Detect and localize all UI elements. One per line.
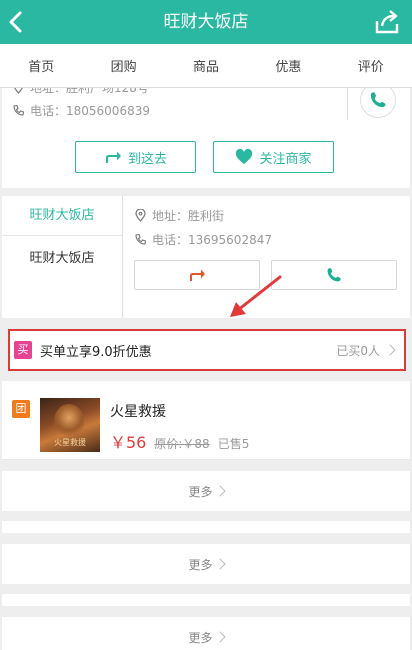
heart-icon: [236, 149, 253, 164]
deal-text: 买单立享9.0折优惠: [40, 344, 152, 360]
store-address: 地址：胜利广场128号: [30, 88, 149, 95]
location-icon: [135, 209, 146, 222]
section-gap: [2, 533, 410, 544]
deal-sold: 已买0人: [336, 343, 380, 358]
page-title: 旺财大饭店: [163, 12, 249, 32]
divider: [347, 88, 348, 120]
group-sold: 已售5: [217, 437, 250, 451]
tab-reviews[interactable]: 评价: [352, 56, 390, 75]
navigate-label: 到这去: [127, 151, 167, 167]
branch-item-active[interactable]: 旺财大饭店: [2, 196, 122, 236]
section-gap: [2, 584, 410, 594]
poster-figure: [54, 404, 84, 438]
branches-card: 旺财大饭店 旺财大饭店 地址：胜利街 电话：13695602847: [2, 196, 410, 318]
branch-item[interactable]: 旺财大饭店: [2, 236, 122, 282]
poster-caption: 火星救援: [54, 438, 86, 447]
group-item-name: 火星救援: [110, 404, 166, 420]
empty-section: [2, 594, 410, 606]
phone-call-icon: [327, 268, 341, 282]
route-arrow-icon: [105, 151, 121, 163]
chevron-right-icon: [213, 485, 226, 497]
branch-list: 旺财大饭店 旺财大饭店: [2, 196, 123, 318]
share-icon[interactable]: [374, 9, 400, 35]
more-button-discounts[interactable]: 更多: [2, 617, 410, 650]
group-badge: 团: [12, 400, 30, 418]
back-arrow-icon[interactable]: [4, 8, 30, 36]
section-gap: [2, 606, 410, 617]
branch-phone-row: 电话：13695602847: [134, 231, 272, 248]
movie-poster-image: 火星救援: [40, 398, 100, 452]
branch-address: 地址：胜利街: [152, 209, 225, 223]
tab-group-buy[interactable]: 团购: [105, 56, 143, 75]
phone-icon: [13, 104, 25, 116]
group-price: ￥56: [110, 433, 147, 452]
deal-badge: 买: [14, 341, 32, 359]
scroll-content[interactable]: 地址：胜利广场128号 电话：18056006839 到这去 关注商家 旺财大饭…: [2, 88, 410, 650]
follow-label: 关注商家: [259, 151, 312, 167]
more-label: 更多: [188, 557, 213, 572]
tab-bar: 首页 团购 商品 优惠 评价: [0, 44, 412, 88]
group-buy-item[interactable]: 团 火星救援 火星救援 ￥56 原价:￥88 已售5: [2, 381, 410, 460]
more-button-group-buy[interactable]: 更多: [2, 471, 410, 511]
call-store-button[interactable]: [360, 88, 396, 118]
group-price-row: ￥56 原价:￥88 已售5: [110, 429, 249, 453]
app-frame: 旺财大饭店 首页 团购 商品 优惠 评价 地址：胜利广场128号 电话：1805…: [0, 0, 412, 650]
route-arrow-icon: [190, 269, 205, 281]
empty-section: [2, 521, 410, 533]
store-phone: 电话：18056006839: [30, 104, 150, 118]
chevron-right-icon: [384, 344, 396, 356]
tab-home[interactable]: 首页: [22, 56, 60, 75]
branch-call-button[interactable]: [271, 260, 397, 290]
phone-icon: [135, 233, 147, 245]
tab-discounts[interactable]: 优惠: [269, 56, 307, 75]
location-icon: [14, 88, 23, 94]
more-button-products[interactable]: 更多: [2, 544, 410, 584]
follow-store-button[interactable]: 关注商家: [213, 141, 334, 173]
branch-address-row: 地址：胜利街: [134, 207, 224, 224]
phone-call-icon: [370, 92, 386, 108]
store-phone-row: 电话：18056006839: [12, 102, 150, 119]
section-gap: [2, 511, 410, 521]
store-address-row: 地址：胜利广场128号: [12, 88, 149, 96]
more-label: 更多: [188, 484, 213, 499]
branch-phone: 电话：13695602847: [152, 233, 272, 247]
group-original-price: 原价:￥88: [154, 437, 210, 451]
discount-deal-row[interactable]: 买 买单立享9.0折优惠 已买0人: [8, 329, 406, 371]
navigate-button[interactable]: 到这去: [75, 141, 196, 173]
tab-products[interactable]: 商品: [187, 56, 225, 75]
chevron-right-icon: [213, 558, 226, 570]
store-info-card: 地址：胜利广场128号 电话：18056006839 到这去 关注商家: [2, 88, 410, 188]
more-label: 更多: [188, 630, 213, 645]
annotation-arrow-icon: [230, 275, 282, 317]
header-bar: 旺财大饭店: [0, 0, 412, 44]
chevron-right-icon: [213, 631, 226, 643]
